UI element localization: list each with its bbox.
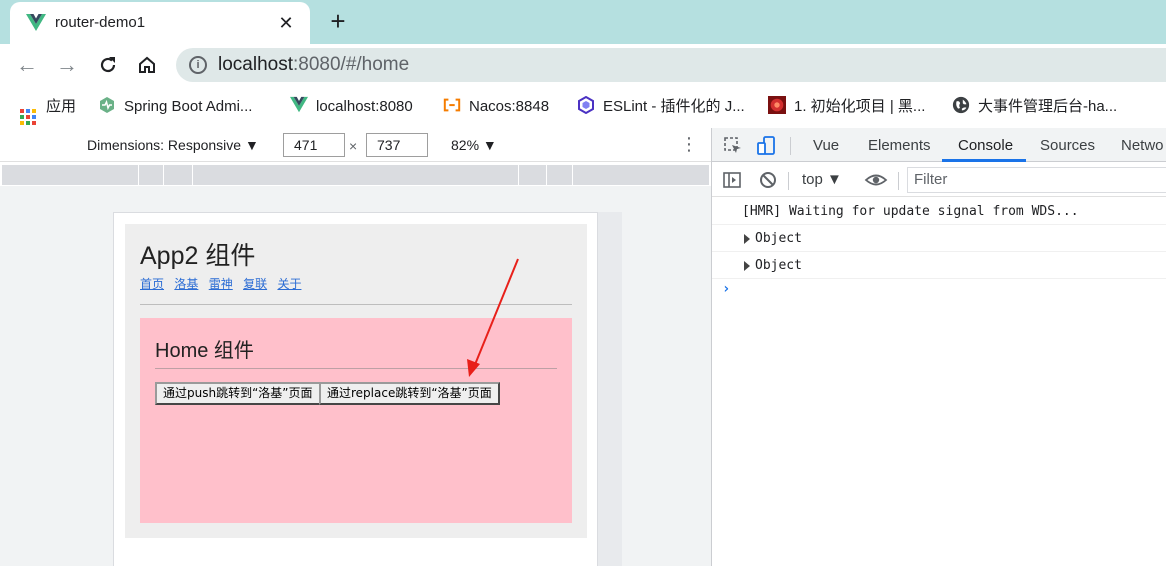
bookmark-label: Nacos:8848 <box>469 98 550 115</box>
bookmark-nacos[interactable]: Nacos:8848 <box>443 96 549 118</box>
url-path: :8080/#/home <box>293 54 410 75</box>
bookmark-label: ESLint - 插件化的 J... <box>603 98 745 115</box>
browser-tab[interactable]: router-demo1 ✕ <box>10 2 310 44</box>
bookmark-eslint[interactable]: ESLint - 插件化的 J... <box>577 96 745 118</box>
browser-toolbar: ← → i localhost:8080/#/home <box>0 44 1166 86</box>
bookmark-apps[interactable]: 应用 <box>20 96 77 125</box>
expand-triangle-icon[interactable] <box>744 234 750 244</box>
height-input[interactable]: 737 <box>366 133 428 157</box>
divider <box>788 172 789 190</box>
info-icon[interactable]: i <box>189 56 207 74</box>
device-toolbar: Dimensions: Responsive ▼ 471 × 737 82% ▼… <box>0 128 711 162</box>
tab-title: router-demo1 <box>55 14 146 31</box>
times-sign: × <box>349 138 358 154</box>
bookmark-label: Spring Boot Admi... <box>124 98 253 115</box>
bookmark-label: localhost:8080 <box>316 98 413 115</box>
devtools-tabbar: Vue Elements Console Sources Netwo <box>712 128 1166 162</box>
media-query-ruler[interactable] <box>2 165 709 185</box>
apps-grid-icon <box>20 109 36 125</box>
bookmark-spring-boot-admin[interactable]: Spring Boot Admi... <box>98 96 252 118</box>
bookmark-localhost[interactable]: localhost:8080 <box>290 96 413 118</box>
nav-link-about[interactable]: 关于 <box>277 277 301 291</box>
url-host: localhost <box>218 54 293 75</box>
forward-arrow-icon[interactable]: → <box>51 49 83 81</box>
back-arrow-icon[interactable]: ← <box>11 49 43 81</box>
tab-network[interactable]: Netwo <box>1121 137 1164 154</box>
app2-title: App2 组件 <box>140 242 256 270</box>
tab-sources[interactable]: Sources <box>1040 137 1095 154</box>
heima-icon <box>768 96 786 114</box>
width-input[interactable]: 471 <box>283 133 345 157</box>
nav-link-thor[interactable]: 雷神 <box>209 277 233 291</box>
nacos-icon <box>443 98 461 112</box>
console-object-text[interactable]: Object <box>755 225 802 252</box>
clear-console-icon[interactable] <box>758 170 778 190</box>
divider <box>790 137 791 155</box>
divider <box>898 172 899 190</box>
new-tab-button[interactable]: + <box>324 6 352 38</box>
tab-vue[interactable]: Vue <box>813 137 839 154</box>
bookmark-heima[interactable]: 1. 初始化项目 | 黑... <box>768 96 925 118</box>
eslint-icon <box>578 96 594 114</box>
console-prompt[interactable]: › <box>722 281 730 297</box>
console-message-text: [HMR] Waiting for update signal from WDS… <box>742 204 1079 219</box>
viewport-resize-gutter[interactable] <box>598 212 622 566</box>
expand-triangle-icon[interactable] <box>744 261 750 271</box>
console-object[interactable]: Object <box>712 225 1166 252</box>
eye-icon[interactable] <box>864 170 888 190</box>
inspect-element-icon[interactable] <box>723 136 743 156</box>
address-url: localhost:8080/#/home <box>218 54 409 76</box>
globe-icon <box>952 96 970 114</box>
more-options-icon[interactable]: ⋮ <box>680 134 698 155</box>
device-toggle-icon[interactable] <box>756 136 776 156</box>
tab-close-icon[interactable]: ✕ <box>272 9 300 37</box>
tab-strip: router-demo1 ✕ + <box>0 0 1166 44</box>
annotation-arrow <box>467 258 519 377</box>
nav-link-home[interactable]: 首页 <box>140 277 164 291</box>
bookmark-label: 应用 <box>46 98 77 115</box>
console-object-text[interactable]: Object <box>755 252 802 279</box>
nav-link-loki[interactable]: 洛基 <box>174 277 198 291</box>
bookmarks-bar: 应用 Spring Boot Admi... localhost:8080 Na… <box>0 86 1166 126</box>
console-filter-input[interactable]: Filter <box>907 167 1166 193</box>
console-toolbar: top ▼ Filter <box>712 163 1166 197</box>
active-tab-indicator <box>942 159 1026 162</box>
push-to-loki-button[interactable]: 通过push跳转到“洛基”页面 <box>155 382 321 405</box>
bookmark-label: 大事件管理后台-ha... <box>978 98 1118 115</box>
context-selector[interactable]: top ▼ <box>802 171 842 188</box>
sidebar-toggle-icon[interactable] <box>722 170 742 190</box>
tab-console[interactable]: Console <box>958 137 1013 154</box>
tab-elements[interactable]: Elements <box>868 137 931 154</box>
reload-icon[interactable] <box>92 49 124 81</box>
vue-icon <box>290 96 308 113</box>
address-bar[interactable]: i localhost:8080/#/home <box>176 48 1166 82</box>
home-title: Home 组件 <box>155 340 254 362</box>
spring-boot-icon <box>100 97 114 113</box>
console-message: [HMR] Waiting for update signal from WDS… <box>712 198 1166 225</box>
replace-to-loki-button[interactable]: 通过replace跳转到“洛基”页面 <box>319 382 500 405</box>
zoom-dropdown[interactable]: 82% ▼ <box>451 137 497 153</box>
home-icon[interactable] <box>131 49 163 81</box>
dimensions-dropdown[interactable]: Dimensions: Responsive ▼ <box>87 137 259 153</box>
app2-nav: 首页 洛基 雷神 复联 关于 <box>140 275 308 292</box>
nav-link-avengers[interactable]: 复联 <box>243 277 267 291</box>
bookmark-dashijian[interactable]: 大事件管理后台-ha... <box>952 96 1117 118</box>
console-object[interactable]: Object <box>712 252 1166 279</box>
bookmark-label: 1. 初始化项目 | 黑... <box>794 98 926 115</box>
vue-icon <box>26 14 46 31</box>
